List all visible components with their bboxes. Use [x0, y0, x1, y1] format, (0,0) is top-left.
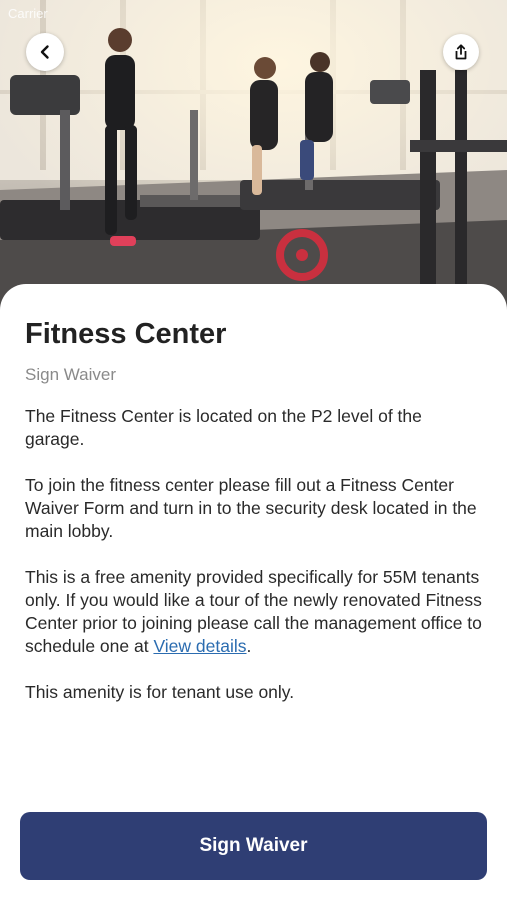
- hero-image: Carrier: [0, 0, 507, 320]
- paragraph-text: This is a free amenity provided specific…: [25, 567, 482, 656]
- description: The Fitness Center is located on the P2 …: [25, 405, 485, 727]
- description-paragraph: To join the fitness center please fill o…: [25, 475, 477, 541]
- page-title: Fitness Center: [25, 318, 227, 350]
- page-subtitle: Sign Waiver: [25, 365, 117, 384]
- sign-waiver-button[interactable]: Sign Waiver: [20, 812, 487, 880]
- view-details-link[interactable]: View details: [153, 636, 246, 656]
- share-icon: [455, 44, 467, 60]
- chevron-left-icon: [40, 45, 49, 59]
- status-carrier: Carrier: [8, 6, 48, 21]
- share-button[interactable]: [443, 34, 479, 70]
- description-paragraph: This amenity is for tenant use only.: [25, 682, 295, 702]
- back-button[interactable]: [26, 33, 64, 71]
- gym-photo: [0, 0, 507, 320]
- description-paragraph: The Fitness Center is located on the P2 …: [25, 406, 422, 449]
- description-paragraph: This is a free amenity provided specific…: [25, 566, 485, 658]
- paragraph-suffix: .: [246, 636, 252, 656]
